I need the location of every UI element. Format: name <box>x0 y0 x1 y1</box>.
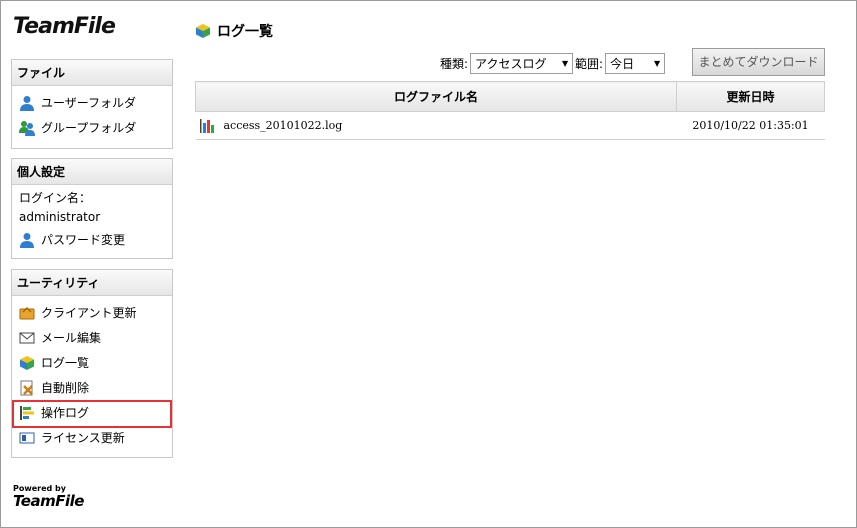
user-icon <box>19 232 35 248</box>
column-header-file-name[interactable]: ログファイル名 <box>195 81 677 112</box>
utility-panel: ユーティリティ クライアント更新 メール編集 ログ一覧 自動削除 操作ログ ライ… <box>11 269 173 458</box>
log-file-cell: access_20101022.log <box>195 111 677 140</box>
sidebar-item-label: ユーザーフォルダ <box>41 96 137 110</box>
auto-delete-icon <box>19 380 35 396</box>
sidebar-item-label: 自動削除 <box>41 381 90 395</box>
group-icon <box>19 120 35 136</box>
range-select-value: 今日 <box>610 56 635 71</box>
sidebar-item-label: グループフォルダ <box>41 121 137 135</box>
sidebar-item-label: パスワード変更 <box>41 233 126 247</box>
page-title-text: ログ一覧 <box>217 24 273 40</box>
personal-settings-panel: 個人設定 ログイン名： administrator パスワード変更 <box>11 158 173 259</box>
sidebar-item-user-folder[interactable]: ユーザーフォルダ <box>19 90 172 115</box>
personal-panel-title: 個人設定 <box>12 159 172 185</box>
page-title: ログ一覧 <box>195 21 273 41</box>
powered-by-logo: TeamFile <box>13 492 84 510</box>
chevron-down-icon: ▼ <box>561 58 569 68</box>
type-label: 種類: <box>440 56 469 71</box>
client-update-icon <box>19 305 35 321</box>
chevron-down-icon: ▼ <box>654 58 661 68</box>
range-label: 範囲: <box>575 56 604 71</box>
license-icon <box>19 430 35 446</box>
operation-log-highlight <box>12 400 172 428</box>
log-updated-cell: 2010/10/22 01:35:01 <box>676 111 825 140</box>
mail-icon <box>19 330 35 346</box>
sidebar-item-label: ログ一覧 <box>41 356 90 370</box>
sidebar-item-label: クライアント更新 <box>41 306 137 320</box>
sidebar-item-auto-delete[interactable]: 自動削除 <box>19 375 172 400</box>
cube-icon <box>19 355 35 371</box>
file-panel: ファイル ユーザーフォルダ グループフォルダ <box>11 59 173 149</box>
utility-panel-title: ユーティリティ <box>12 270 172 296</box>
file-panel-title: ファイル <box>12 60 172 86</box>
log-table: ログファイル名 更新日時 access_20101022.log 2010/10… <box>195 81 825 140</box>
login-name-label: ログイン名： <box>19 191 92 205</box>
type-select[interactable]: アクセスログ ▼ <box>470 52 574 74</box>
user-icon <box>19 95 35 111</box>
login-name-value: administrator <box>19 210 101 224</box>
column-header-updated[interactable]: 更新日時 <box>676 81 825 112</box>
sidebar-item-client-update[interactable]: クライアント更新 <box>19 300 172 325</box>
sidebar-item-group-folder[interactable]: グループフォルダ <box>19 115 172 140</box>
sidebar-item-mail-edit[interactable]: メール編集 <box>19 325 172 350</box>
table-row: access_20101022.log 2010/10/22 01:35:01 <box>195 111 825 140</box>
sidebar-item-license-update[interactable]: ライセンス更新 <box>19 425 172 450</box>
teamfile-logo: TeamFile <box>13 14 116 39</box>
sidebar-item-log-list[interactable]: ログ一覧 <box>19 350 172 375</box>
filter-toolbar: 種類: アクセスログ ▼ 範囲: 今日 ▼ <box>440 50 667 76</box>
type-select-value: アクセスログ <box>475 56 547 71</box>
sidebar-item-label: ライセンス更新 <box>41 431 125 445</box>
log-file-link[interactable]: access_20101022.log <box>224 119 343 132</box>
cube-icon <box>195 23 211 39</box>
bulk-download-button[interactable]: まとめてダウンロード <box>692 48 825 76</box>
sidebar-item-change-password[interactable]: パスワード変更 <box>19 227 172 252</box>
bar-chart-icon <box>199 118 216 133</box>
sidebar-item-label: メール編集 <box>41 331 102 345</box>
range-select[interactable]: 今日 ▼ <box>605 52 666 74</box>
